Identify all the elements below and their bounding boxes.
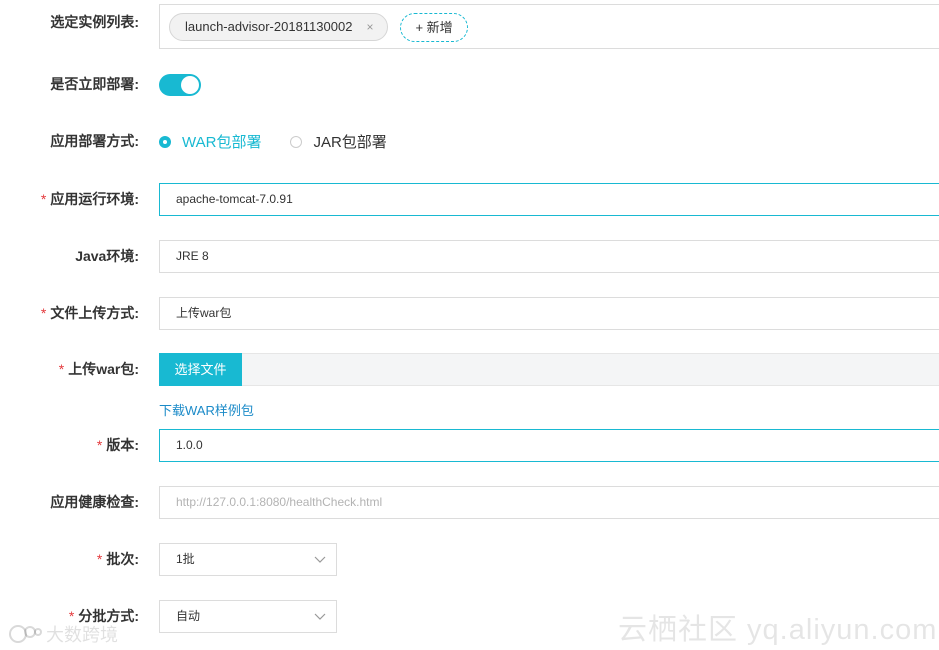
batch-method-select-value: 自动 — [176, 609, 201, 623]
radio-unchecked-icon — [290, 135, 303, 148]
deploy-now-toggle[interactable] — [159, 74, 201, 96]
wechat-logo-icon — [9, 625, 42, 643]
health-check-input[interactable]: http://127.0.0.1:8080/healthCheck.html — [159, 486, 939, 519]
upload-method-label: * 文件上传方式: — [40, 305, 139, 321]
required-mark: * — [96, 437, 103, 453]
watermark-left: 大数跨境 — [8, 621, 118, 647]
runtime-env-label: * 应用运行环境: — [40, 191, 139, 207]
batch-select[interactable]: 1批 — [159, 543, 337, 576]
health-check-label: 应用健康检查: — [50, 494, 139, 510]
deploy-now-label: 是否立即部署: — [50, 76, 139, 92]
instances-label: 选定实例列表: — [50, 14, 139, 30]
instance-tag-label: launch-advisor-20181130002 — [185, 19, 353, 34]
deploy-method-label: 应用部署方式: — [50, 133, 139, 149]
chevron-down-icon — [314, 556, 326, 563]
batch-method-select[interactable]: 自动 — [159, 600, 337, 633]
radio-jar-deploy[interactable]: JAR包部署 — [290, 131, 387, 152]
remove-tag-icon[interactable]: × — [366, 20, 373, 34]
required-mark: * — [58, 361, 65, 377]
required-mark: * — [40, 191, 47, 207]
batch-select-value: 1批 — [176, 552, 195, 566]
choose-file-button[interactable]: 选择文件 — [159, 353, 242, 386]
version-input[interactable]: 1.0.0 — [159, 429, 939, 462]
java-env-label: Java环境: — [75, 248, 139, 264]
instance-tag: launch-advisor-20181130002 × — [169, 13, 389, 41]
watermark-right: 云栖社区 yq.aliyun.com — [618, 614, 938, 646]
add-instance-button[interactable]: + 新增 — [400, 13, 468, 42]
deploy-method-radio-group: WAR包部署 JAR包部署 — [159, 131, 387, 153]
required-mark: * — [96, 551, 103, 567]
upload-method-input[interactable]: 上传war包 — [159, 297, 939, 330]
radio-jar-label: JAR包部署 — [313, 134, 387, 151]
upload-file-strip — [159, 353, 939, 386]
instances-tag-box[interactable]: launch-advisor-20181130002 × + 新增 — [159, 4, 939, 49]
toggle-knob — [181, 76, 199, 94]
download-war-sample-link[interactable]: 下载WAR样例包 — [159, 400, 254, 419]
runtime-env-input[interactable]: apache-tomcat-7.0.91 — [159, 183, 939, 216]
chevron-down-icon — [314, 613, 326, 620]
radio-checked-icon — [159, 135, 171, 148]
java-env-input[interactable]: JRE 8 — [159, 240, 939, 273]
required-mark: * — [40, 305, 47, 321]
version-label: * 版本: — [96, 437, 139, 453]
batch-label: * 批次: — [96, 551, 139, 567]
upload-war-label: * 上传war包: — [58, 361, 139, 377]
radio-war-deploy[interactable]: WAR包部署 — [159, 131, 261, 152]
watermark-left-text: 大数跨境 — [46, 625, 118, 645]
radio-war-label: WAR包部署 — [182, 134, 262, 151]
